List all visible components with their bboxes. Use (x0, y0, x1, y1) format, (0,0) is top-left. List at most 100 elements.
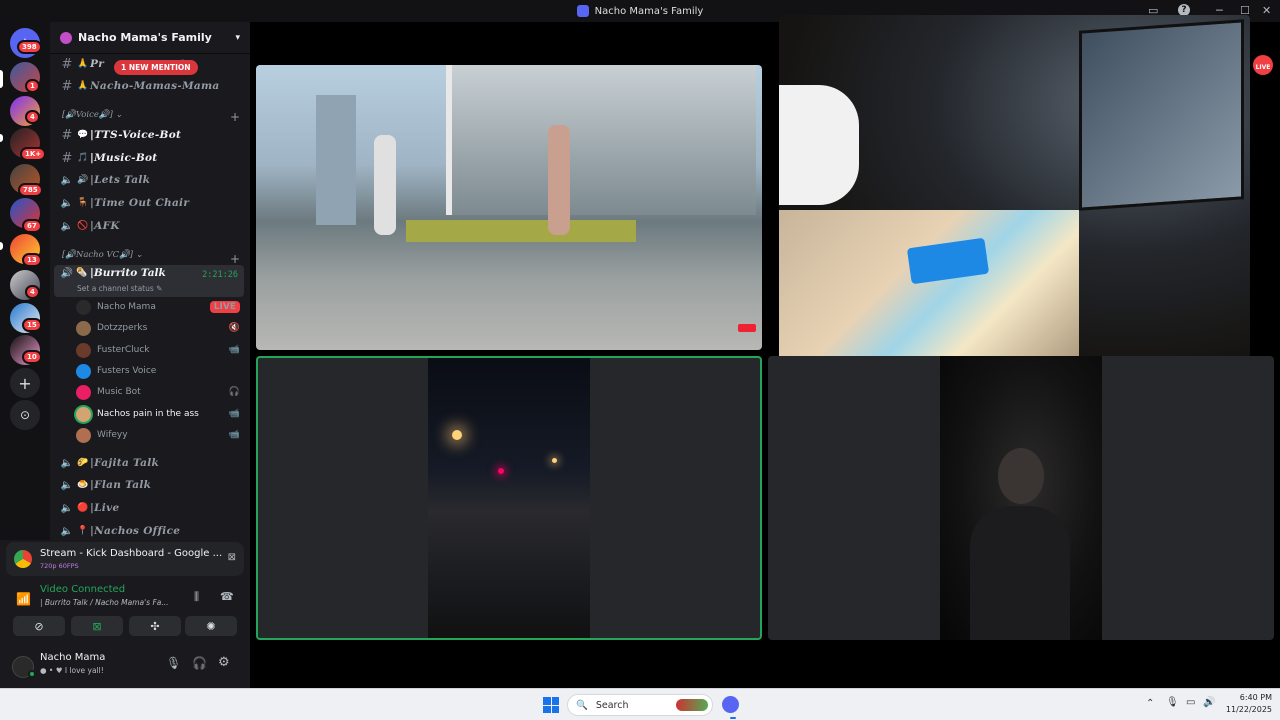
user-name: Nachos pain in the ass (97, 409, 199, 419)
channel-emoji-icon: 💬 (77, 130, 89, 140)
voice-user[interactable]: Nachos pain in the ass 📹 (76, 404, 244, 424)
channel-emoji-icon: 🔴 (77, 503, 89, 513)
channel-item[interactable]: 🔈 🪑 | Time Out Chair (58, 193, 244, 213)
camera-off-icon: ⊘ (34, 619, 44, 633)
street-light (552, 458, 557, 463)
user-status: ● • ♥ I love yall! (40, 666, 104, 675)
channel-emoji-icon: 🎵 (77, 153, 89, 163)
channel-item[interactable]: # 🎵 | Music-Bot (58, 148, 244, 168)
voice-status[interactable]: Video Connected (40, 584, 125, 595)
server-header[interactable]: Nacho Mama's Family ▾ (50, 22, 250, 54)
stream-button[interactable]: ⊠ (71, 616, 123, 636)
building-shape (446, 65, 756, 215)
channel-item[interactable]: 🔈 📍 | Nachos Office (58, 521, 244, 540)
video-tile-desk[interactable] (779, 15, 1250, 369)
activities-button[interactable]: ✣ (129, 616, 181, 636)
set-status-link[interactable]: Set a channel status ✎ (77, 284, 162, 293)
video-stage: LIVE (250, 15, 1280, 688)
volume-icon[interactable]: 🔊 (1203, 697, 1215, 708)
signal-icon: 📶 (16, 592, 31, 606)
channel-item[interactable]: # 💬 | TTS-Voice-Bot (58, 125, 244, 145)
stop-stream-icon[interactable]: ⊠ (228, 552, 236, 563)
stream-title: Stream - Kick Dashboard - Google ... (40, 548, 223, 559)
channel-item[interactable]: 🔈 🌮 | Fajita Talk (58, 453, 244, 473)
window-title: Nacho Mama's Family (594, 5, 704, 17)
channel-sidebar: Nacho Mama's Family ▾ #🙏 Pr t #🙏 Nacho-M… (50, 22, 250, 540)
clock-date[interactable]: 11/22/2025 (1222, 705, 1272, 714)
settings-gear-icon[interactable]: ⚙ (218, 655, 230, 670)
video-tile-dance[interactable] (256, 65, 762, 350)
voice-user[interactable]: Music Bot 🎧 (76, 382, 244, 402)
voice-user[interactable]: Nacho Mama LIVE (76, 297, 244, 317)
user-panel: Stream - Kick Dashboard - Google ... 720… (0, 540, 250, 688)
status-text: I love yall! (64, 666, 104, 675)
add-channel-icon[interactable]: + (230, 252, 240, 266)
avatar (76, 320, 91, 336)
channel-emoji-icon: 🌮 (77, 458, 89, 468)
channel-label: Nacho-Mamas-Mama (90, 80, 220, 92)
active-app-indicator (730, 717, 736, 719)
server-badge: 13 (22, 253, 42, 267)
camera-off-button[interactable]: ⊘ (13, 616, 65, 636)
category-voice[interactable]: [🔊Voice🔊] ⌄ (62, 110, 123, 120)
channel-item[interactable]: # 🙏 Nacho-Mamas-Mama (58, 76, 244, 96)
speaker-icon: 🔈 (60, 197, 74, 209)
speaker-icon: 🔈 (60, 220, 74, 232)
close-button[interactable]: ✕ (1262, 4, 1271, 17)
channel-emoji-icon: 🌯 (76, 268, 88, 278)
channel-emoji-icon: 🙏 (77, 59, 89, 69)
channel-item[interactable]: 🔈 🔊 | Lets Talk (58, 170, 244, 190)
discover-icon[interactable]: ⊙ (10, 400, 40, 430)
voice-user[interactable]: Fusters Voice (76, 361, 244, 381)
traffic-light (498, 468, 504, 474)
chevron-up-icon[interactable]: ⌃ (1146, 698, 1154, 709)
channel-emoji-icon: 🪑 (77, 198, 89, 208)
headphones-icon[interactable]: 🎧 (192, 656, 207, 670)
video-tile-drive[interactable] (256, 356, 762, 640)
noise-suppression-icon[interactable]: ⫼ (194, 590, 199, 604)
category-label: [🔊Voice🔊] (62, 110, 113, 120)
category-label: [🔊Nacho VC🔊] (62, 250, 134, 260)
streaming-icon: 🎧 (228, 387, 240, 397)
soundboard-button[interactable]: ✺ (185, 616, 237, 636)
voice-location[interactable]: | Burrito Talk / Nacho Mama's Fa... (40, 598, 169, 607)
channel-label: Fajita Talk (94, 457, 160, 469)
start-icon[interactable] (543, 697, 559, 713)
dancer-figure (374, 135, 396, 235)
clock-time[interactable]: 6:40 PM (1222, 693, 1272, 702)
voice-user[interactable]: Dotzzperks 🔇 (76, 318, 244, 338)
active-channel[interactable]: 🔊 🌯 | Burrito Talk 2:21:26 Set a channel… (54, 265, 244, 297)
microphone-icon[interactable]: 🎙 (166, 656, 181, 670)
channel-item[interactable]: 🔈 🔴 | Live (58, 498, 244, 518)
channel-item[interactable]: 🔈 🚫 | AFK (58, 216, 244, 236)
speaker-icon: 🔈 (60, 457, 74, 469)
voice-user[interactable]: FusterCluck 📹 (76, 340, 244, 360)
building-shape (316, 95, 356, 225)
stream-card[interactable]: Stream - Kick Dashboard - Google ... 720… (6, 542, 244, 576)
face-shape (998, 448, 1044, 504)
add-channel-icon[interactable]: + (230, 110, 240, 124)
channel-label: Nachos Office (94, 525, 181, 537)
discord-taskbar-icon[interactable] (722, 696, 739, 713)
taskbar-search[interactable]: 🔍 Search (567, 694, 713, 716)
server-badge: 1K+ (20, 147, 47, 161)
channel-label: Live (94, 502, 120, 514)
channel-label: Flan Talk (94, 479, 152, 491)
server-indicator (0, 70, 3, 88)
video-tile-car[interactable] (768, 356, 1274, 640)
voice-user[interactable]: Wifeyy 📹 (76, 425, 244, 445)
new-mention-badge[interactable]: 1 NEW MENTION (114, 60, 198, 75)
street-light (452, 430, 462, 440)
search-icon: 🔍 (576, 699, 588, 711)
avatar (76, 384, 91, 400)
chevron-down-icon[interactable]: ▾ (235, 33, 240, 43)
channel-emoji-icon: 🔊 (77, 175, 89, 185)
disconnect-icon[interactable]: ☎ (220, 590, 234, 603)
category-nacho-vc[interactable]: [🔊Nacho VC🔊] ⌄ (62, 250, 143, 260)
add-server-icon[interactable]: + (10, 368, 40, 398)
channel-item[interactable]: 🔈 🍮 | Flan Talk (58, 475, 244, 495)
microphone-tray-icon[interactable]: 🎙 (1166, 697, 1179, 708)
network-icon[interactable]: ▭ (1186, 697, 1195, 708)
user-name[interactable]: Nacho Mama (40, 652, 105, 663)
server-indicator (0, 134, 3, 142)
